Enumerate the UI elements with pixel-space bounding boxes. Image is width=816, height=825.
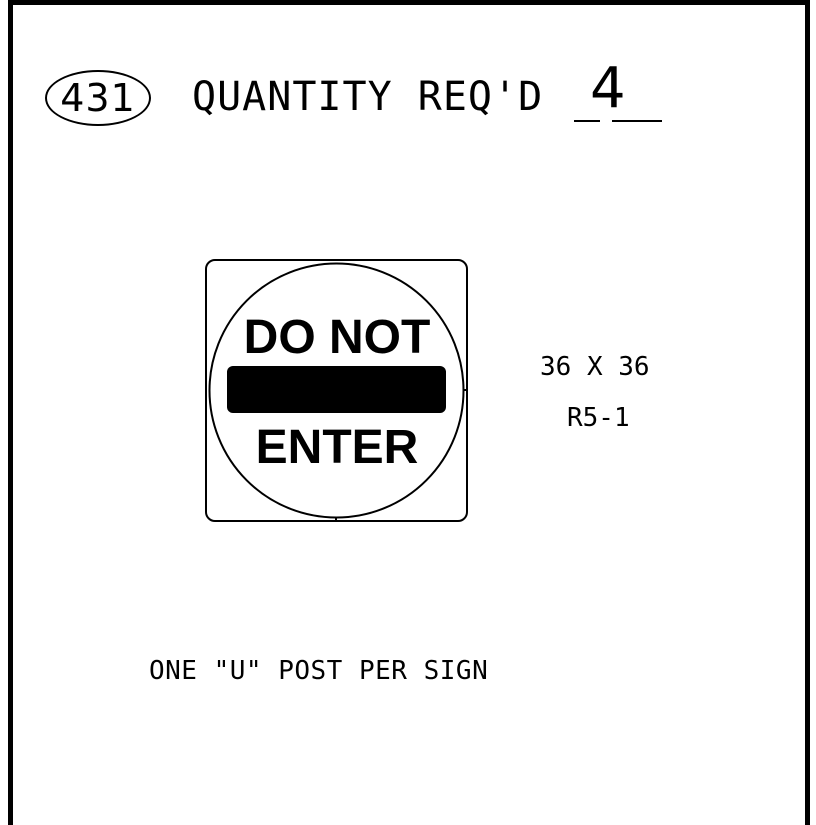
quantity-value: 4 <box>590 56 626 121</box>
sign-text-bottom: ENTER <box>256 421 419 474</box>
sheet-number: 431 <box>60 76 136 120</box>
sign-drawing: DO NOT ENTER <box>205 259 468 522</box>
quantity-label: QUANTITY REQ'D <box>192 74 544 120</box>
sign-code-label: R5-1 <box>567 403 630 433</box>
do-not-enter-sign: DO NOT ENTER <box>205 259 468 522</box>
frame-left-border <box>8 0 13 825</box>
post-note: ONE "U" POST PER SIGN <box>149 656 489 686</box>
sign-bar <box>227 366 446 413</box>
sheet-number-badge: 431 <box>45 70 151 126</box>
frame-right-border <box>805 0 810 825</box>
sign-size-label: 36 X 36 <box>540 352 650 382</box>
sign-text-top: DO NOT <box>244 311 431 364</box>
frame-top-border <box>8 0 810 5</box>
